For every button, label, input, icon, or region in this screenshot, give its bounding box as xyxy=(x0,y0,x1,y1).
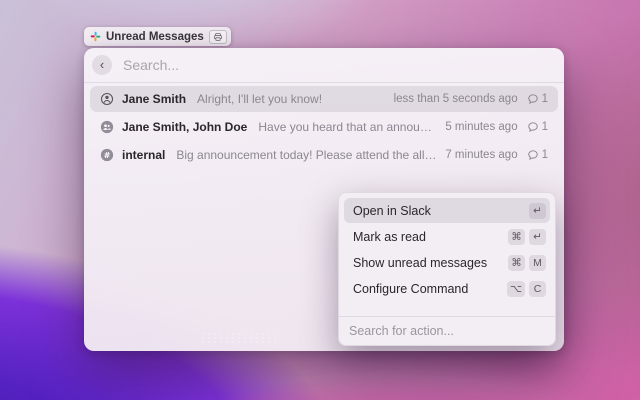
command-pill[interactable]: Unread Messages xyxy=(84,27,231,46)
unread-count-value: 1 xyxy=(542,149,548,161)
action-panel-footer xyxy=(339,316,555,345)
shortcut-keys: ↵ xyxy=(529,203,546,219)
unread-count: 1 xyxy=(527,149,548,161)
message-row-jane-smith[interactable]: Jane Smith Alright, I'll let you know! l… xyxy=(90,86,558,112)
slack-icon xyxy=(90,31,101,42)
message-title: Jane Smith, John Doe xyxy=(122,120,247,134)
action-show-unread-messages[interactable]: Show unread messages ⌘ M xyxy=(344,250,550,275)
svg-text:#: # xyxy=(104,151,111,160)
message-time: less than 5 seconds ago xyxy=(394,93,518,105)
shortcut-keys: ⌥ C xyxy=(507,281,546,297)
command-key-icon: ⌘ xyxy=(508,255,525,271)
message-preview: Big announcement today! Please attend th… xyxy=(176,148,437,162)
action-search-input[interactable] xyxy=(349,324,545,338)
message-title: Jane Smith xyxy=(122,92,186,106)
shortcut-keys: ⌘ ↵ xyxy=(508,229,546,245)
return-key-icon: ↵ xyxy=(529,203,546,219)
message-time: 7 minutes ago xyxy=(445,149,517,161)
message-time: 5 minutes ago xyxy=(445,121,517,133)
footer-dots-texture xyxy=(200,332,276,343)
command-key-icon: ⌘ xyxy=(508,229,525,245)
c-key: C xyxy=(529,281,546,297)
action-open-in-slack[interactable]: Open in Slack ↵ xyxy=(344,198,550,223)
message-preview: Have you heard that an announcement is c… xyxy=(258,120,437,134)
unread-count: 1 xyxy=(527,121,548,133)
action-mark-as-read[interactable]: Mark as read ⌘ ↵ xyxy=(344,224,550,249)
person-circle-icon xyxy=(100,92,114,106)
action-panel: Open in Slack ↵ Mark as read ⌘ ↵ Show un… xyxy=(338,192,556,346)
command-pill-label: Unread Messages xyxy=(106,31,204,43)
unread-count-value: 1 xyxy=(542,121,548,133)
message-row-jane-smith-john-doe[interactable]: Jane Smith, John Doe Have you heard that… xyxy=(90,114,558,140)
return-key-icon: ↵ xyxy=(529,229,546,245)
chevron-left-icon: ‹ xyxy=(100,58,104,71)
window-header: ‹ xyxy=(84,48,564,82)
chat-bubble-icon xyxy=(527,149,539,161)
chat-bubble-icon xyxy=(527,121,539,133)
search-input[interactable] xyxy=(123,57,554,73)
action-label: Show unread messages xyxy=(353,256,487,270)
unread-count: 1 xyxy=(527,93,548,105)
printer-icon xyxy=(213,32,223,42)
message-row-internal[interactable]: # internal Big announcement today! Pleas… xyxy=(90,142,558,168)
group-circle-icon xyxy=(100,120,114,134)
action-label: Open in Slack xyxy=(353,204,431,218)
action-label: Configure Command xyxy=(353,282,468,296)
chat-bubble-icon xyxy=(527,93,539,105)
message-title: internal xyxy=(122,148,165,162)
action-label: Mark as read xyxy=(353,230,426,244)
m-key: M xyxy=(529,255,546,271)
shortcut-keys: ⌘ M xyxy=(508,255,546,271)
unread-count-value: 1 xyxy=(542,93,548,105)
action-panel-items: Open in Slack ↵ Mark as read ⌘ ↵ Show un… xyxy=(339,193,555,302)
action-configure-command[interactable]: Configure Command ⌥ C xyxy=(344,276,550,301)
back-button[interactable]: ‹ xyxy=(92,55,112,75)
message-list: Jane Smith Alright, I'll let you know! l… xyxy=(84,83,564,170)
option-key-icon: ⌥ xyxy=(507,281,525,297)
message-preview: Alright, I'll let you know! xyxy=(197,92,386,106)
channel-hash-icon: # xyxy=(100,148,114,162)
hotkey-badge xyxy=(209,30,227,44)
